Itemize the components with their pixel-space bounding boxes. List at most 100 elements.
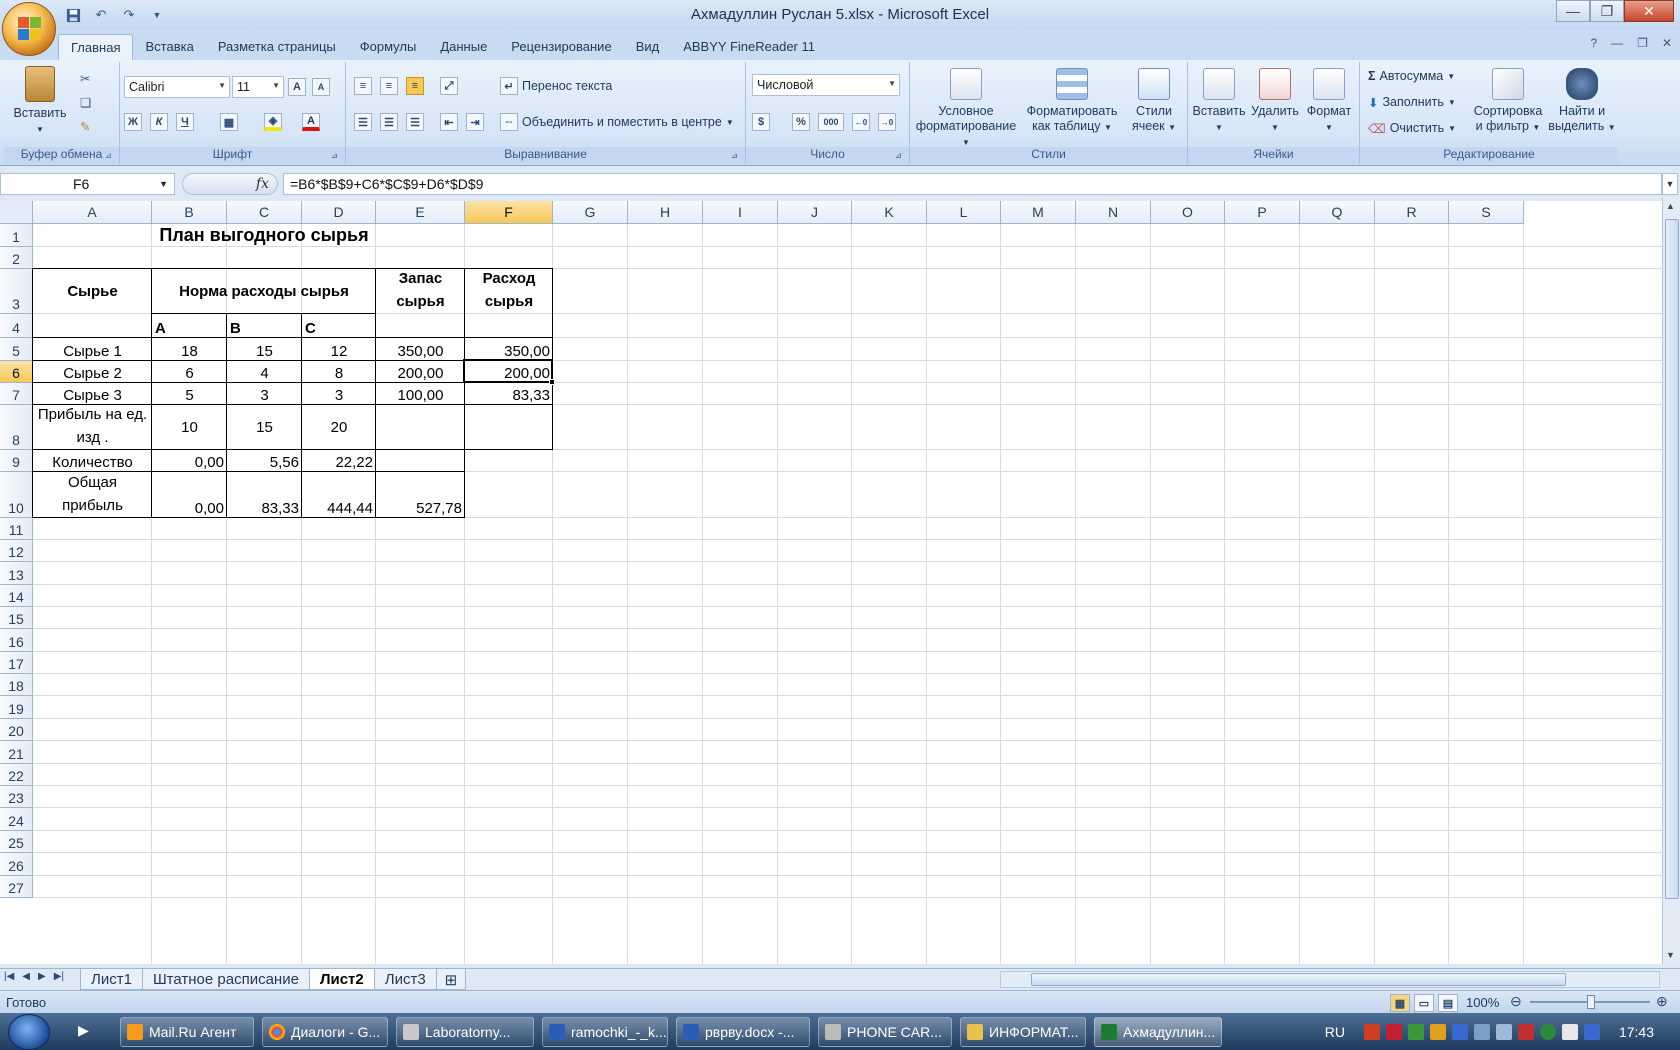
row-header-13[interactable]: 13	[0, 562, 33, 585]
normal-view-icon[interactable]: ▦	[1390, 994, 1410, 1012]
taskbar-item-mail[interactable]: Mail.Ru Агент	[120, 1017, 254, 1047]
row-header-3[interactable]: 3	[0, 269, 33, 314]
sheet-title[interactable]: План выгодного сырья	[152, 224, 376, 247]
insert-sheet-icon[interactable]: ⊞	[435, 969, 467, 990]
fill-button[interactable]: ⬇ Заполнить ▼	[1368, 90, 1456, 114]
increase-indent-button[interactable]: ⇥	[466, 110, 484, 134]
row-header-16[interactable]: 16	[0, 629, 33, 652]
select-all-corner[interactable]	[0, 201, 33, 224]
taskbar-item-docx[interactable]: рврву.docx -...	[676, 1017, 810, 1047]
cell-d5[interactable]: 12	[302, 338, 376, 361]
maximize-button[interactable]: ❐	[1590, 0, 1624, 22]
row-header-26[interactable]: 26	[0, 853, 33, 876]
merge-center-button[interactable]: ⇔ Объединить и поместить в центре ▼	[500, 110, 734, 134]
cell-e5[interactable]: 350,00	[376, 338, 465, 361]
grow-font-button[interactable]: A	[288, 75, 306, 99]
column-header-n[interactable]: N	[1076, 201, 1151, 224]
torrent-icon[interactable]	[1539, 1023, 1556, 1040]
align-top-button[interactable]: ≡	[354, 74, 372, 98]
align-left-button[interactable]: ☰	[354, 110, 372, 134]
language-indicator[interactable]: RU	[1325, 1024, 1345, 1040]
row-header-9[interactable]: 9	[0, 450, 33, 472]
row-header-4[interactable]: 4	[0, 314, 33, 338]
cell-a5[interactable]: Сырье 1	[33, 338, 152, 361]
formula-input[interactable]: =B6*$B$9+C6*$C$9+D6*$D$9	[283, 173, 1662, 195]
tray-app-icon[interactable]	[1429, 1023, 1446, 1040]
horizontal-scrollbar[interactable]	[1000, 971, 1660, 988]
align-right-button[interactable]: ☰	[406, 110, 424, 134]
shrink-font-button[interactable]: A	[312, 75, 330, 99]
cell-c6[interactable]: 4	[227, 361, 302, 383]
font-color-button[interactable]: A	[302, 110, 320, 134]
header-raw[interactable]: Сырье	[33, 269, 152, 314]
first-sheet-icon[interactable]: |◀	[4, 971, 14, 982]
cell-e10[interactable]: 527,78	[376, 472, 465, 518]
help-icon[interactable]: ?	[1590, 36, 1597, 50]
bold-button[interactable]: Ж	[124, 110, 142, 134]
tab-data[interactable]: Данные	[428, 34, 499, 60]
row-header-7[interactable]: 7	[0, 383, 33, 405]
vertical-scrollbar[interactable]: ▲ ▼	[1662, 197, 1680, 964]
thousands-button[interactable]: 000	[818, 110, 844, 134]
row-header-14[interactable]: 14	[0, 585, 33, 607]
start-button[interactable]	[8, 1014, 50, 1050]
column-header-m[interactable]: M	[1001, 201, 1076, 224]
column-header-s[interactable]: S	[1449, 201, 1524, 224]
zoom-out-icon[interactable]: ⊖	[1510, 993, 1522, 1010]
cell-a9[interactable]: Количество	[33, 450, 152, 472]
cell-a7[interactable]: Сырье 3	[33, 383, 152, 405]
column-header-q[interactable]: Q	[1300, 201, 1375, 224]
row-header-6[interactable]: 6	[0, 361, 33, 383]
column-header-i[interactable]: I	[703, 201, 778, 224]
row-header-10[interactable]: 10	[0, 472, 33, 518]
column-header-o[interactable]: O	[1151, 201, 1225, 224]
fill-handle[interactable]	[549, 379, 555, 385]
taskbar-item-chrome[interactable]: Диалоги - G...	[262, 1017, 388, 1047]
column-header-c[interactable]: C	[227, 201, 302, 224]
currency-button[interactable]: $	[752, 110, 770, 134]
scroll-up-icon[interactable]: ▲	[1666, 201, 1675, 211]
subheader-c[interactable]: C	[302, 314, 376, 338]
tab-formulas[interactable]: Формулы	[348, 34, 429, 60]
decrease-indent-button[interactable]: ⇤	[440, 110, 458, 134]
row-header-2[interactable]: 2	[0, 247, 33, 269]
vertical-scroll-thumb[interactable]	[1665, 219, 1679, 899]
cell-styles-button[interactable]: Стили ячеек ▼	[1124, 68, 1184, 135]
prev-sheet-icon[interactable]: ◀	[22, 971, 30, 982]
taskbar-item-excel[interactable]: Ахмадуллин...	[1094, 1017, 1222, 1047]
launcher-icon[interactable]: ⊿	[731, 151, 741, 161]
cell-e6[interactable]: 200,00	[376, 361, 465, 383]
cell-f5[interactable]: 350,00	[465, 338, 553, 361]
launcher-icon[interactable]: ⊿	[331, 151, 341, 161]
number-format-combo[interactable]: Числовой ▼	[752, 74, 900, 96]
tab-page-layout[interactable]: Разметка страницы	[206, 34, 348, 60]
tab-abbyy[interactable]: ABBYY FineReader 11	[671, 34, 827, 60]
align-center-button[interactable]: ☰	[380, 110, 398, 134]
cell-c9[interactable]: 5,56	[227, 450, 302, 472]
column-header-j[interactable]: J	[778, 201, 852, 224]
wrap-text-button[interactable]: ↵ Перенос текста	[500, 74, 612, 98]
clear-button[interactable]: ⌫ Очистить ▼	[1368, 116, 1456, 140]
cell-d9[interactable]: 22,22	[302, 450, 376, 472]
cell-b8[interactable]: 10	[152, 405, 227, 450]
cell-b9[interactable]: 0,00	[152, 450, 227, 472]
column-header-f[interactable]: F	[465, 201, 553, 224]
header-usage[interactable]: Расход сырья	[465, 269, 553, 314]
column-header-e[interactable]: E	[376, 201, 465, 224]
column-header-l[interactable]: L	[927, 201, 1001, 224]
cell-c7[interactable]: 3	[227, 383, 302, 405]
taskbar-item-inform[interactable]: ИНФОРМАТ...	[960, 1017, 1086, 1047]
tab-view[interactable]: Вид	[624, 34, 672, 60]
row-header-11[interactable]: 11	[0, 518, 33, 540]
cell-a8[interactable]: Прибыль на ед. изд .	[33, 405, 152, 450]
tab-insert[interactable]: Вставка	[133, 34, 205, 60]
row-header-22[interactable]: 22	[0, 764, 33, 786]
copy-button[interactable]: ❏	[80, 90, 91, 114]
sheet-tab-2[interactable]: Лист2	[308, 969, 375, 990]
network-icon[interactable]	[1473, 1023, 1490, 1040]
cell-c10[interactable]: 83,33	[227, 472, 302, 518]
minimize-button[interactable]: —	[1556, 0, 1590, 22]
zoom-level[interactable]: 100%	[1466, 995, 1499, 1010]
volume-icon[interactable]	[1495, 1023, 1512, 1040]
last-sheet-icon[interactable]: ▶|	[54, 971, 64, 982]
